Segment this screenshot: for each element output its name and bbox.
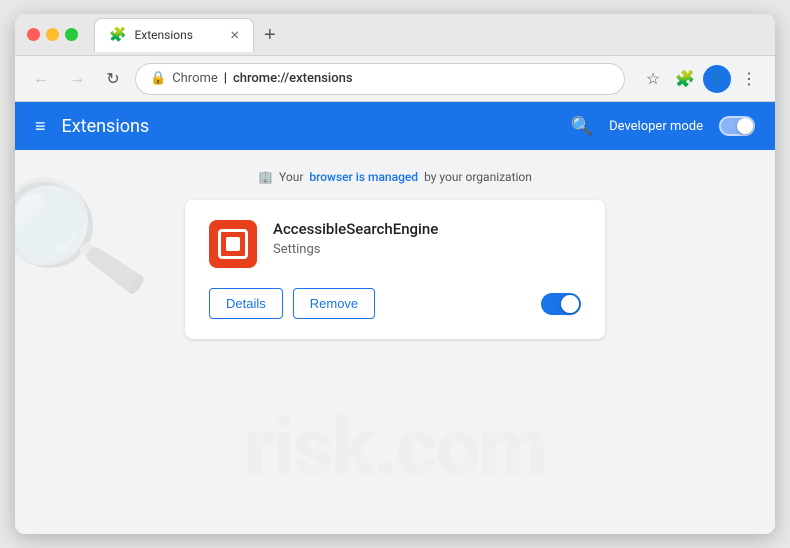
- bookmark-button[interactable]: ☆: [639, 65, 667, 93]
- back-icon: ←: [33, 70, 49, 88]
- extension-toggle[interactable]: [541, 293, 581, 315]
- extension-settings-label[interactable]: Settings: [273, 242, 438, 257]
- maximize-window-button[interactable]: [65, 28, 78, 41]
- profile-button[interactable]: 👤: [703, 65, 731, 93]
- header-right: 🔍 Developer mode: [571, 116, 755, 137]
- extensions-button[interactable]: 🧩: [671, 65, 699, 93]
- extension-info: AccessibleSearchEngine Settings: [273, 220, 438, 257]
- developer-mode-toggle[interactable]: [719, 116, 755, 136]
- forward-icon: →: [69, 70, 85, 88]
- close-window-button[interactable]: [27, 28, 40, 41]
- managed-icon: 🏢: [258, 170, 273, 184]
- search-icon: 🔍: [571, 116, 593, 136]
- active-tab[interactable]: 🧩 Extensions ×: [94, 18, 254, 52]
- tab-close-button[interactable]: ×: [230, 27, 239, 43]
- address-separator: |: [224, 71, 227, 86]
- address-box[interactable]: 🔒 Chrome | chrome://extensions: [135, 63, 625, 95]
- tab-label: Extensions: [134, 28, 192, 42]
- address-path: chrome://extensions: [233, 71, 353, 86]
- remove-button[interactable]: Remove: [293, 288, 375, 319]
- managed-text-before: Your: [279, 170, 303, 184]
- address-bar-row: ← → ↻ 🔒 Chrome | chrome://extensions ☆ 🧩…: [15, 56, 775, 102]
- page-title: Extensions: [62, 116, 150, 137]
- browser-window: 🧩 Extensions × + ← → ↻ 🔒 Chrome | chrome…: [15, 14, 775, 534]
- puzzle-icon: 🧩: [675, 69, 695, 89]
- minimize-window-button[interactable]: [46, 28, 59, 41]
- address-origin: Chrome: [172, 71, 218, 86]
- extension-card-header: AccessibleSearchEngine Settings: [209, 220, 581, 268]
- lock-icon: 🔒: [150, 71, 166, 86]
- extension-card-footer: Details Remove: [209, 288, 581, 319]
- new-tab-button[interactable]: +: [258, 25, 282, 45]
- managed-text-after: by your organization: [424, 170, 532, 184]
- refresh-button[interactable]: ↻: [99, 65, 127, 93]
- watermark-text: risk.com: [245, 400, 546, 494]
- extension-card: AccessibleSearchEngine Settings Details …: [185, 200, 605, 339]
- hamburger-icon[interactable]: ≡: [35, 116, 46, 137]
- extension-toggle-knob: [561, 295, 579, 313]
- tab-bar: 🧩 Extensions × +: [94, 18, 763, 52]
- extension-icon: [209, 220, 257, 268]
- watermark-magnifier-icon: 🔍: [15, 158, 155, 322]
- details-button[interactable]: Details: [209, 288, 283, 319]
- managed-notice: 🏢 Your browser is managed by your organi…: [258, 170, 532, 184]
- extensions-header: ≡ Extensions 🔍 Developer mode: [15, 102, 775, 150]
- title-bar: 🧩 Extensions × +: [15, 14, 775, 56]
- profile-icon: 👤: [708, 70, 725, 87]
- developer-mode-label: Developer mode: [609, 119, 703, 134]
- toggle-knob: [737, 118, 753, 134]
- extension-name: AccessibleSearchEngine: [273, 220, 438, 238]
- back-button[interactable]: ←: [27, 65, 55, 93]
- menu-button[interactable]: ⋮: [735, 65, 763, 93]
- extension-icon-inner: [218, 229, 248, 259]
- main-content: 🔍 risk.com 🏢 Your browser is managed by …: [15, 150, 775, 534]
- star-icon: ☆: [646, 69, 660, 89]
- address-actions: ☆ 🧩 👤 ⋮: [639, 65, 763, 93]
- forward-button[interactable]: →: [63, 65, 91, 93]
- tab-icon: 🧩: [109, 27, 126, 43]
- kebab-icon: ⋮: [741, 69, 757, 89]
- managed-link[interactable]: browser is managed: [309, 170, 418, 184]
- refresh-icon: ↻: [106, 69, 119, 89]
- search-button[interactable]: 🔍: [571, 116, 593, 137]
- traffic-lights: [27, 28, 78, 41]
